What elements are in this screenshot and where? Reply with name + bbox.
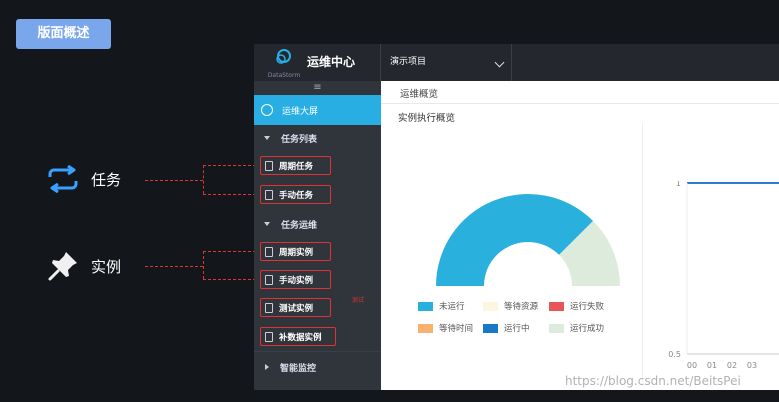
legend-item: 未运行 [418,300,465,312]
legend-label: 等待资源 [504,302,539,312]
legend-item: 运行成功 [549,322,604,334]
x-tick-label: 03 [747,361,757,370]
task-legend: 任务 [45,161,121,197]
sidebar-item-label: 周期实例 [279,247,314,258]
document-icon [265,160,273,171]
sidebar-item-test-instance[interactable]: 测试实例 [260,298,331,317]
legend-swatch [483,323,498,333]
logo-icon [276,49,291,64]
document-icon [265,331,273,342]
caret-down-icon [264,136,270,140]
sidebar-item-manual-instance[interactable]: 手动实例 [260,270,331,289]
main-panel: 运维概览 实例执行概览 未运行 等待资源 运行失败等待时间 运行中 运行成功 1 0.5 0… [381,81,779,390]
sidebar-group-label: 任务列表 [281,134,318,145]
sidebar-group-label: 智能监控 [280,363,317,374]
connector-line [203,165,261,166]
sidebar: ≡ 运维大屏 任务列表 周期任务 手动任务 任务运维 周期实例 手动实例 测试实… [254,81,381,390]
dashboard-icon [261,104,273,116]
legend-label: 等待时间 [439,324,474,334]
sidebar-item-label: 周期任务 [279,161,314,172]
card-title: 实例执行概览 [398,113,456,124]
gauge-slice-0 [436,194,594,286]
task-legend-label: 任务 [91,170,122,189]
project-select-value: 演示项目 [390,57,427,67]
legend-label: 运行中 [504,324,530,334]
legend-swatch [418,323,433,333]
x-tick-label: 02 [727,361,737,370]
chevron-down-icon [494,57,505,68]
cycle-arrows-icon [45,161,81,197]
connector-line [145,180,203,181]
sidebar-item-label: 手动任务 [279,190,314,201]
connector-line [203,194,261,195]
sidebar-item-label: 运维大屏 [282,106,319,117]
section-badge: 版面概述 [16,19,111,49]
app-logo: DataStorm [264,49,304,79]
sidebar-group-monitor[interactable]: 智能监控 [254,351,381,382]
instance-legend: 实例 [45,248,121,284]
watermark: https://blog.csdn.net/BeitsPei [565,374,741,388]
legend-item: 运行失败 [549,300,604,312]
document-icon [265,189,273,200]
connector-line [203,165,204,194]
sidebar-group-task-ops[interactable]: 任务运维 [254,211,381,237]
legend-item: 等待资源 [483,300,538,312]
collapse-menu-icon[interactable]: ≡ [254,81,381,96]
connector-line [203,279,261,280]
document-icon [265,302,273,313]
breadcrumb: 运维概览 [381,81,779,104]
sidebar-item-periodic-instance[interactable]: 周期实例 [260,242,331,261]
app-title: 运维中心 [307,55,356,69]
sidebar-item-manual-task[interactable]: 手动任务 [260,185,331,204]
top-bar: DataStorm 运维中心 演示项目 [254,44,779,81]
sidebar-item-periodic-task[interactable]: 周期任务 [260,156,331,175]
ops-center-window: DataStorm 运维中心 演示项目 ≡ 运维大屏 任务列表 周期任务 手动任… [254,44,779,390]
sidebar-group-task-list[interactable]: 任务列表 [254,125,381,151]
instance-gauge-chart [436,194,620,286]
test-tag: 测试 [352,297,365,304]
connector-line [203,251,204,279]
trend-line-chart: 1 0.5 00 01 02 03 [668,181,779,370]
legend-label: 运行成功 [570,324,605,334]
sidebar-item-label: 手动实例 [279,275,314,286]
legend-item: 等待时间 [418,322,473,334]
legend-label: 未运行 [439,302,465,312]
divider [642,123,643,380]
legend-swatch [483,301,498,311]
legend-item: 运行中 [483,322,530,334]
legend-swatch [549,301,564,311]
y-tick-label: 0.5 [668,350,681,359]
legend-swatch [549,323,564,333]
legend-swatch [418,301,433,311]
sidebar-item-dashboard[interactable]: 运维大屏 [254,95,381,125]
sidebar-item-backfill-instance[interactable]: 补数据实例 [260,327,336,346]
connector-line [145,266,203,267]
project-select[interactable]: 演示项目 [380,44,512,81]
caret-down-icon [264,222,270,226]
legend-label: 运行失败 [570,302,605,312]
instance-legend-label: 实例 [91,257,122,276]
document-icon [265,246,273,257]
sidebar-group-label: 任务运维 [281,220,318,231]
breadcrumb-label: 运维概览 [400,89,439,100]
x-tick-label: 01 [707,361,717,370]
document-icon [265,274,273,285]
connector-line [203,251,261,252]
logo-text: DataStorm [267,72,301,79]
sidebar-item-label: 测试实例 [279,303,314,314]
x-tick-label: 00 [687,361,697,370]
pushpin-icon [45,248,81,284]
y-tick-label: 1 [676,181,681,188]
sidebar-item-label: 补数据实例 [279,332,322,343]
caret-right-icon [265,364,269,370]
